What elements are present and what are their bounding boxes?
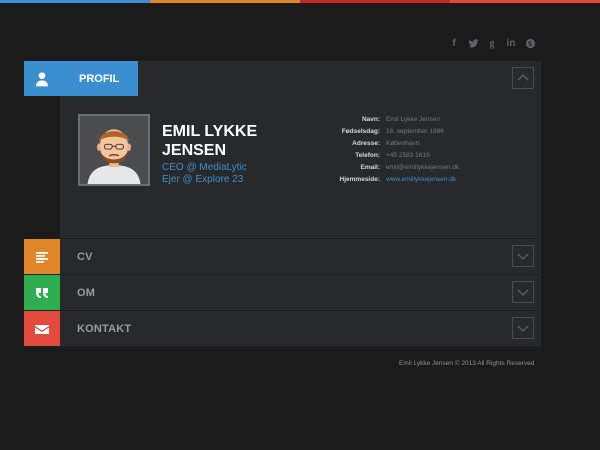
section-om-label: OM bbox=[77, 286, 96, 299]
section-cv-label: CV bbox=[77, 250, 93, 263]
google-plus-icon[interactable]: g bbox=[486, 37, 498, 49]
skype-icon[interactable] bbox=[524, 37, 536, 49]
profil-header: PROFIL bbox=[24, 61, 541, 96]
info-row: Fødselsdag: 16. september 1986 bbox=[341, 128, 444, 135]
footer-copyright: Emil Lykke Jensen © 2013 All Rights Rese… bbox=[399, 360, 535, 367]
info-row: Navn: Emil Lykke Jensen bbox=[361, 116, 440, 123]
info-row: Telefon: +45 2583 1619 bbox=[355, 152, 430, 159]
profile-name: EMIL LYKKE JENSEN bbox=[162, 123, 258, 159]
resume-card: PROFIL EMIL LYKKE JENSEN CEO @ MediaLyti… bbox=[24, 61, 541, 347]
info-row: Adresse: København bbox=[352, 140, 420, 147]
section-kontakt-label: KONTAKT bbox=[77, 322, 132, 335]
profil-content: EMIL LYKKE JENSEN CEO @ MediaLytic Ejer … bbox=[60, 96, 541, 239]
expand-button[interactable] bbox=[512, 317, 534, 339]
section-kontakt[interactable]: KONTAKT bbox=[24, 311, 541, 347]
expand-button[interactable] bbox=[512, 245, 534, 267]
section-profil: PROFIL EMIL LYKKE JENSEN CEO @ MediaLyti… bbox=[24, 61, 541, 239]
chevron-down-icon bbox=[517, 289, 529, 297]
chevron-down-icon bbox=[517, 325, 529, 333]
chevron-down-icon bbox=[517, 253, 529, 261]
profile-roles: CEO @ MediaLytic Ejer @ Explore 23 bbox=[162, 162, 247, 186]
collapse-button[interactable] bbox=[512, 67, 534, 89]
quote-icon bbox=[24, 275, 60, 310]
section-cv[interactable]: CV bbox=[24, 239, 541, 275]
social-links: f g in bbox=[448, 37, 536, 49]
section-om[interactable]: OM bbox=[24, 275, 541, 311]
role-1[interactable]: CEO @ MediaLytic bbox=[162, 162, 247, 174]
lines-icon bbox=[24, 239, 60, 274]
tab-profil-label: PROFIL bbox=[60, 61, 138, 96]
user-icon bbox=[24, 61, 60, 96]
info-row: Hjemmeside: www.emillykkejensen.dk bbox=[310, 174, 459, 186]
expand-button[interactable] bbox=[512, 281, 534, 303]
linkedin-icon[interactable]: in bbox=[505, 37, 517, 49]
twitter-icon[interactable] bbox=[467, 37, 479, 49]
info-table: Navn: Emil Lykke Jensen Fødselsdag: 16. se… bbox=[310, 114, 460, 186]
facebook-icon[interactable]: f bbox=[448, 37, 460, 49]
tab-profil[interactable]: PROFIL bbox=[24, 61, 138, 96]
role-2[interactable]: Ejer @ Explore 23 bbox=[162, 174, 247, 186]
top-color-bar bbox=[0, 0, 600, 3]
chevron-up-icon bbox=[517, 73, 529, 81]
envelope-icon bbox=[24, 311, 60, 346]
info-row: Email: emil@emillykkejensen.dk bbox=[360, 164, 460, 171]
website-link[interactable]: www.emillykkejensen.dk bbox=[386, 174, 456, 186]
avatar bbox=[78, 114, 150, 186]
